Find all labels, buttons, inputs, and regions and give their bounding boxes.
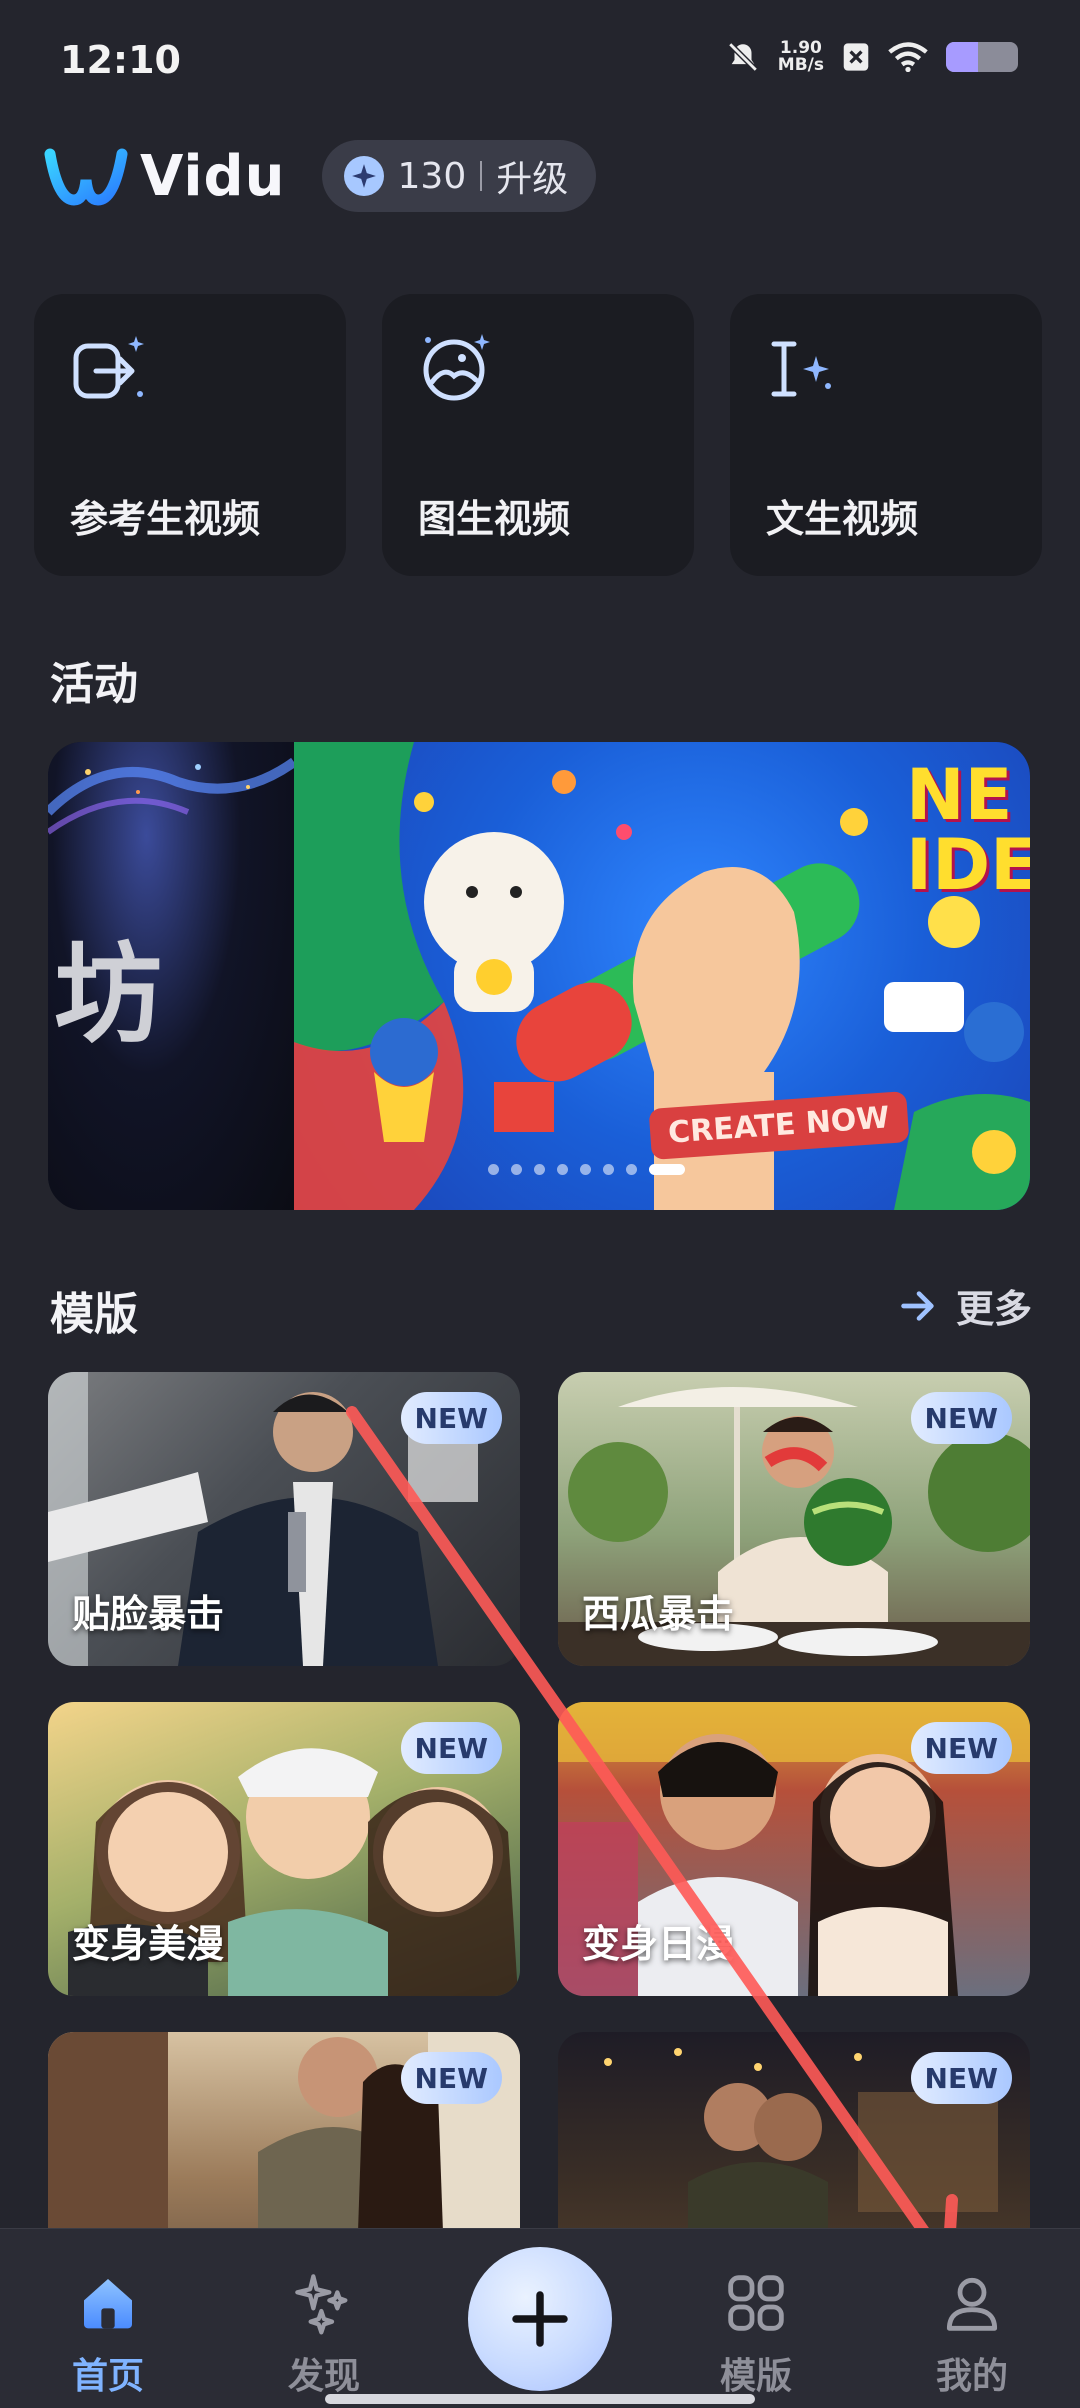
mute-icon	[728, 42, 758, 72]
nav-discover[interactable]: 发现	[244, 2267, 404, 2399]
new-badge: NEW	[400, 1722, 502, 1774]
home-indicator[interactable]	[325, 2394, 755, 2404]
template-card[interactable]: NEW 西瓜暴击	[558, 1372, 1030, 1666]
quick-actions: 参考生视频 图生视频 文生视频	[34, 294, 1042, 576]
carousel-dot[interactable]	[511, 1164, 522, 1175]
status-icons: 1.90 MB/s	[726, 40, 1018, 74]
bottom-navigation: 首页 发现 模版 我的	[0, 2228, 1080, 2408]
more-label: 更多	[955, 1287, 1032, 1331]
nav-label: 我的	[935, 2356, 1008, 2397]
vidu-logo-icon	[44, 148, 128, 206]
status-time: 12:10	[60, 38, 181, 82]
carousel-dot-active[interactable]	[649, 1164, 685, 1175]
carousel-dot[interactable]	[557, 1164, 568, 1175]
credits-upgrade-pill[interactable]: 130 升级	[321, 140, 597, 212]
text-to-video-icon	[771, 341, 831, 397]
template-label: 贴脸暴击	[72, 1592, 225, 1636]
templates-title: 模版	[50, 1289, 138, 1340]
wifi-icon	[888, 42, 928, 72]
create-fab-button[interactable]	[468, 2247, 612, 2391]
nav-home[interactable]: 首页	[28, 2267, 188, 2399]
star-icon	[343, 156, 384, 196]
carousel-dot[interactable]	[534, 1164, 545, 1175]
carousel-dot[interactable]	[626, 1164, 637, 1175]
net-speed: 1.90 MB/s	[777, 38, 824, 75]
close-box-icon	[843, 43, 869, 71]
carousel-dots	[488, 1164, 685, 1175]
quick-action-reference-video[interactable]: 参考生视频	[34, 294, 346, 576]
nav-profile[interactable]: 我的	[892, 2267, 1052, 2399]
template-label: 西瓜暴击	[582, 1592, 735, 1636]
app-name: Vidu	[140, 143, 286, 209]
credits-count: 130	[397, 155, 467, 197]
quick-action-image-to-video[interactable]: 图生视频	[382, 294, 694, 576]
nav-label: 发现	[287, 2356, 360, 2397]
new-badge: NEW	[910, 1392, 1012, 1444]
quick-action-label: 文生视频	[766, 497, 919, 541]
banner-previous-text: 坊	[54, 933, 163, 1058]
template-card[interactable]: NEW	[558, 2032, 1030, 2228]
carousel-dot[interactable]	[488, 1164, 499, 1175]
nav-label: 模版	[719, 2356, 792, 2397]
quick-action-label: 参考生视频	[70, 497, 261, 541]
banner-slide-current[interactable]: NE IDE CREATE NOW	[294, 742, 1030, 1210]
new-badge: NEW	[910, 2052, 1012, 2104]
template-grid: NEW 贴脸暴击 NEW 西瓜暴击 NEW 变身美漫 NEW 变身日漫 NEW …	[48, 1372, 1032, 2228]
more-templates-link[interactable]: 更多	[900, 1278, 1032, 1333]
nav-label: 首页	[71, 2356, 144, 2397]
template-card[interactable]: NEW	[48, 2032, 520, 2228]
activity-banner-carousel[interactable]: 坊 NE IDE CREATE NOW	[48, 742, 1030, 1210]
status-bar: 12:10 1.90 MB/s	[0, 0, 1080, 126]
reference-video-icon	[73, 336, 144, 399]
template-card[interactable]: NEW 变身美漫	[48, 1702, 520, 1996]
upgrade-label: 升级	[496, 159, 569, 200]
app-logo: Vidu	[44, 144, 286, 209]
carousel-dot[interactable]	[603, 1164, 614, 1175]
carousel-dot[interactable]	[580, 1164, 591, 1175]
banner-slide-previous[interactable]: 坊	[48, 742, 297, 1210]
battery-icon	[946, 42, 1018, 72]
quick-action-text-to-video[interactable]: 文生视频	[730, 294, 1042, 576]
banner-corner-text: NE IDE	[906, 754, 1030, 906]
activity-title: 活动	[50, 659, 138, 710]
quick-action-label: 图生视频	[418, 497, 571, 541]
new-badge: NEW	[910, 1722, 1012, 1774]
new-badge: NEW	[400, 2052, 502, 2104]
profile-icon	[936, 2267, 1008, 2339]
battery-fill	[946, 42, 979, 72]
app-header: Vidu 130 升级	[44, 136, 597, 216]
sparkle-icon	[288, 2267, 360, 2339]
nav-templates[interactable]: 模版	[676, 2267, 836, 2399]
template-card[interactable]: NEW 变身日漫	[558, 1702, 1030, 1996]
arrow-right-icon	[901, 1290, 934, 1321]
plus-icon	[512, 2291, 568, 2347]
image-to-video-icon	[423, 334, 490, 401]
new-badge: NEW	[400, 1392, 502, 1444]
template-label: 变身日漫	[582, 1922, 735, 1966]
template-label: 变身美漫	[72, 1922, 225, 1966]
grid-icon	[720, 2267, 792, 2339]
home-icon	[72, 2267, 144, 2339]
template-card[interactable]: NEW 贴脸暴击	[48, 1372, 520, 1666]
pill-divider	[480, 161, 483, 191]
